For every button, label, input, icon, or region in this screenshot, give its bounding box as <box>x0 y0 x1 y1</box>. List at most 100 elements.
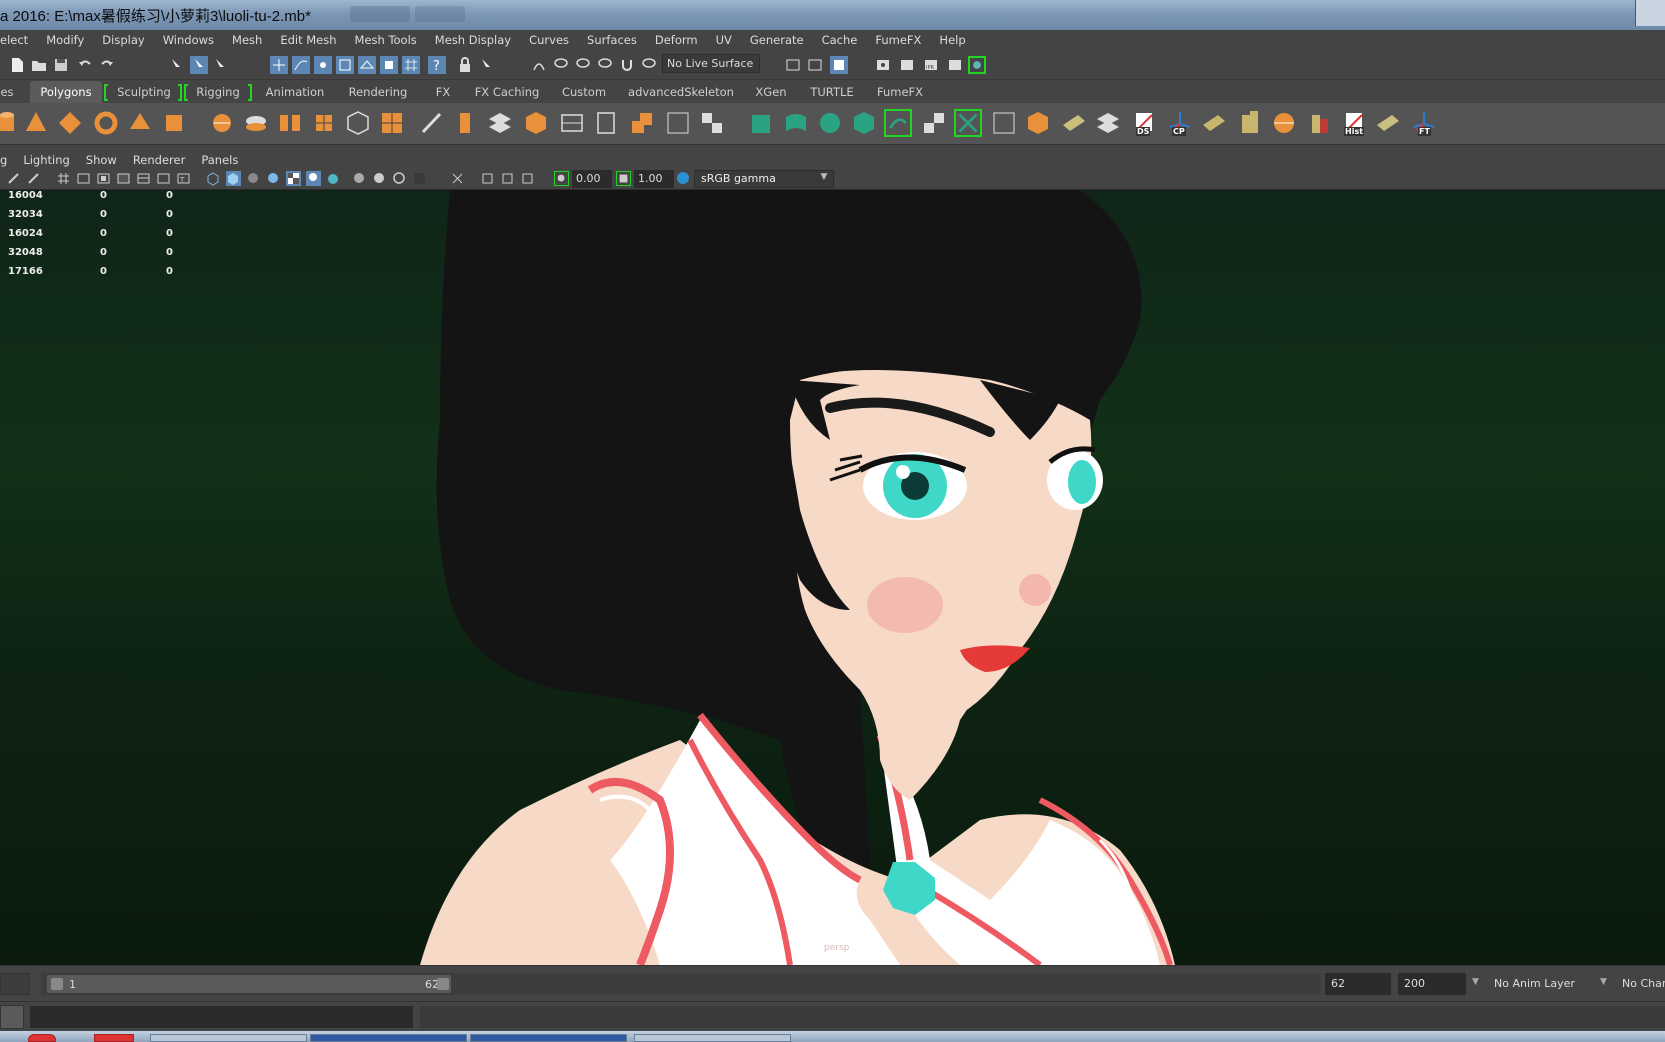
motion-blur-icon[interactable] <box>352 171 367 186</box>
separate-icon[interactable] <box>242 109 270 137</box>
taskbar-app-icon[interactable] <box>94 1034 134 1042</box>
lasso-point-icon[interactable] <box>596 56 614 74</box>
tab-fx[interactable]: FX <box>428 81 458 103</box>
freeze-red-icon[interactable] <box>1306 109 1334 137</box>
extract-icon[interactable] <box>276 109 304 137</box>
taskbar-app-icon[interactable] <box>28 1034 56 1042</box>
tab-xgen[interactable]: XGen <box>752 81 790 103</box>
screen-space-ao-icon[interactable] <box>326 171 341 186</box>
taskbar-window-button[interactable] <box>150 1034 307 1042</box>
textured-icon[interactable] <box>266 171 281 186</box>
poly-pipe-icon[interactable] <box>160 109 188 137</box>
snap-together-icon[interactable] <box>530 56 548 74</box>
uv-spherical-icon[interactable] <box>816 109 844 137</box>
exposure-field[interactable]: 0.00 <box>572 170 612 188</box>
tab-rendering[interactable]: Rendering <box>344 81 412 103</box>
taskbar-window-button[interactable] <box>310 1034 467 1042</box>
construction-history-icon[interactable] <box>830 56 848 74</box>
render-current-icon[interactable] <box>898 56 916 74</box>
gamma-icon[interactable] <box>616 171 631 186</box>
command-input[interactable] <box>30 1006 413 1028</box>
wireframe-on-shaded-icon[interactable] <box>246 171 261 186</box>
tab-animation[interactable]: Animation <box>262 81 328 103</box>
snap-view-icon[interactable] <box>336 56 354 74</box>
menu-help[interactable]: Help <box>930 33 974 47</box>
unfold-uv-icon[interactable] <box>954 109 982 137</box>
snap-grid-plane-icon[interactable] <box>402 56 420 74</box>
sculpt-brush-icon[interactable] <box>418 109 446 137</box>
merge-icon[interactable] <box>664 109 692 137</box>
persp-viewport[interactable]: 16004 0 0 32034 0 0 16024 0 0 32048 0 0 … <box>0 190 1665 965</box>
panel-menu-renderer[interactable]: Renderer <box>125 153 194 167</box>
lock-icon[interactable] <box>456 56 474 74</box>
output-ops-icon[interactable] <box>806 56 824 74</box>
menu-uv[interactable]: UV <box>707 33 741 47</box>
menu-select[interactable]: elect <box>0 33 37 47</box>
tab-sculpting[interactable]: Sculpting <box>112 81 176 103</box>
smooth-icon[interactable] <box>310 109 338 137</box>
open-scene-icon[interactable] <box>30 56 48 74</box>
plane-tile-icon[interactable] <box>1374 109 1402 137</box>
cube-wire-icon[interactable] <box>344 109 372 137</box>
resolution-gate-icon[interactable] <box>96 171 111 186</box>
taskbar-window-button[interactable] <box>634 1034 791 1042</box>
plane-tilt-icon[interactable] <box>1060 109 1088 137</box>
poly-cone-icon[interactable] <box>22 109 50 137</box>
redo-icon[interactable] <box>98 56 116 74</box>
depth-of-field-icon[interactable] <box>392 171 407 186</box>
menu-mesh[interactable]: Mesh <box>223 33 271 47</box>
select-hierarchy-icon[interactable] <box>168 56 186 74</box>
freeze-icon[interactable] <box>1236 109 1264 137</box>
menu-edit-mesh[interactable]: Edit Mesh <box>271 33 345 47</box>
safe-action-icon[interactable] <box>156 171 171 186</box>
view-transform-dropdown[interactable]: sRGB gamma ▼ <box>694 170 834 188</box>
live-surface-field[interactable]: No Live Surface <box>662 54 760 73</box>
tab-rigging[interactable]: Rigging <box>190 81 246 103</box>
poly-plane-icon[interactable] <box>56 109 84 137</box>
bevel-icon[interactable] <box>522 109 550 137</box>
snap-grid-icon[interactable] <box>270 56 288 74</box>
menu-cache[interactable]: Cache <box>813 33 867 47</box>
snap-curve-icon[interactable] <box>292 56 310 74</box>
tab-polygons[interactable]: Polygons <box>30 81 102 103</box>
panel-menu-show[interactable]: Show <box>78 153 125 167</box>
layout-uv-icon[interactable] <box>990 109 1018 137</box>
xray-icon[interactable] <box>450 171 465 186</box>
exposure-icon[interactable] <box>554 171 569 186</box>
snap-point-icon[interactable] <box>314 56 332 74</box>
menu-modify[interactable]: Modify <box>37 33 93 47</box>
hypershade-icon[interactable] <box>968 56 986 74</box>
tab-fx-caching[interactable]: FX Caching <box>472 81 542 103</box>
menu-mesh-display[interactable]: Mesh Display <box>426 33 520 47</box>
stack-planes-icon[interactable] <box>1094 109 1122 137</box>
tab-custom[interactable]: Custom <box>558 81 610 103</box>
chevron-down-icon[interactable]: ▼ <box>1600 977 1607 987</box>
grid-toggle-icon[interactable] <box>56 171 71 186</box>
film-gate-icon[interactable] <box>76 171 91 186</box>
tab-fumefx[interactable]: FumeFX <box>872 81 928 103</box>
snap-surface-icon[interactable] <box>358 56 376 74</box>
use-all-lights-icon[interactable] <box>286 171 301 186</box>
uv-editor-icon[interactable] <box>884 109 912 137</box>
ipr-render-icon[interactable]: IPR <box>922 56 940 74</box>
camera-attributes-icon[interactable] <box>6 171 21 186</box>
resolution-icon[interactable] <box>520 171 535 186</box>
chevron-down-icon[interactable]: ▼ <box>1472 977 1479 987</box>
field-chart-icon[interactable] <box>136 171 151 186</box>
lasso-icon[interactable] <box>552 56 570 74</box>
menu-surfaces[interactable]: Surfaces <box>578 33 646 47</box>
shadows-icon[interactable] <box>306 171 321 186</box>
uv-automatic-icon[interactable] <box>850 109 878 137</box>
xray-joints-icon[interactable] <box>480 171 495 186</box>
poly-torus-icon[interactable] <box>92 109 120 137</box>
bridge-icon[interactable] <box>486 109 514 137</box>
magnet-icon[interactable] <box>618 56 636 74</box>
range-slider[interactable]: 1 62 <box>41 973 1321 995</box>
reduce-icon[interactable] <box>378 109 406 137</box>
start-time-field[interactable] <box>0 973 30 995</box>
render-settings-icon[interactable] <box>946 56 964 74</box>
poly-cylinder-icon[interactable] <box>0 109 22 137</box>
cube-orange-icon[interactable] <box>1024 109 1052 137</box>
grid-tile-icon[interactable] <box>1200 109 1228 137</box>
poly-pyramid-icon[interactable] <box>126 109 154 137</box>
